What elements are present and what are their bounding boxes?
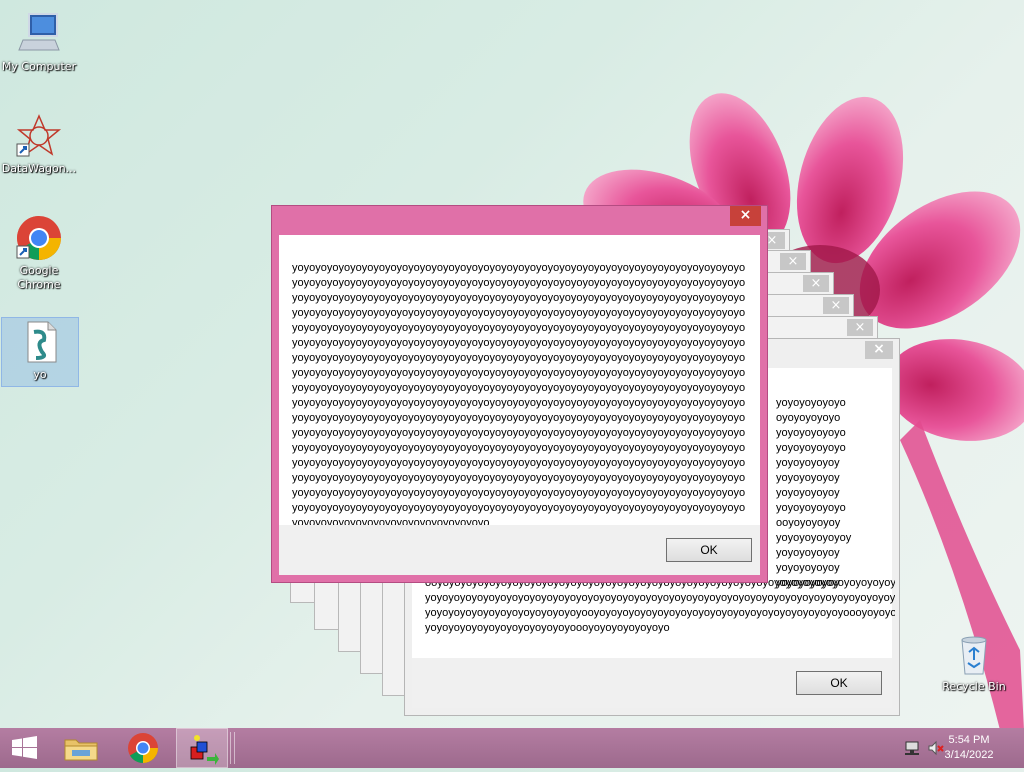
script-file-icon <box>16 318 64 366</box>
message-line: yoyoyoyoyoy <box>776 472 840 484</box>
network-icon[interactable] <box>904 740 920 756</box>
taskbar: 5:54 PM 3/14/2022 <box>0 728 1024 768</box>
message-line: yoyoyoyoyoy <box>776 562 840 574</box>
desktop-icon-yo[interactable]: yo <box>1 317 79 387</box>
datawagon-icon <box>15 112 63 160</box>
message-line: yoyoyoyoyoyoyoyoyoyoyoyoyoyooyoyoyoyoyoy… <box>425 607 895 619</box>
file-explorer-button[interactable] <box>56 728 106 768</box>
desktop-icon-label: yo <box>33 368 47 381</box>
taskbar-divider <box>230 732 235 764</box>
close-icon[interactable]: × <box>803 275 829 292</box>
close-icon[interactable]: × <box>823 297 849 314</box>
message-dialog: × yoyoyoyoyoyoyoyoyoyoyoyoyoyoyoyoyoyoyo… <box>271 205 768 583</box>
dialog-footer: OK <box>412 658 892 708</box>
message-line: yoyoyoyoyoyoyoyoyoyoyoyoyoooyoyoyoyoyoyo… <box>425 622 670 634</box>
dialog-message-bottom: ooyoyoyoyoyoyoyoyoyoyoyoyoyoyoyoyoyoyoyo… <box>425 576 895 636</box>
message-line: yoyoyoyoyoyo <box>776 397 846 409</box>
computer-icon <box>15 10 63 58</box>
desktop-icon-recycle-bin[interactable]: Recycle Bin <box>936 630 1012 694</box>
message-line: ooyoyoyoyoy <box>776 517 841 529</box>
clock-time: 5:54 PM <box>948 734 990 746</box>
desktop-icon-label: DataWagon... <box>1 162 77 175</box>
start-button[interactable] <box>0 728 50 768</box>
desktop-icon-label: My Computer <box>1 60 77 73</box>
message-line: yoyoyoyoyoy <box>776 547 840 559</box>
dialog-titlebar[interactable] <box>272 206 767 235</box>
dialog-footer: OK <box>279 525 760 575</box>
ok-button[interactable]: OK <box>666 538 752 562</box>
desktop-icon-label: Recycle Bin <box>942 680 1006 693</box>
chrome-taskbar-button[interactable] <box>118 728 168 768</box>
desktop-icon-label: Google Chrome <box>17 264 61 291</box>
message-line: yoyoyoyoyoyoy <box>776 532 852 544</box>
script-host-icon <box>190 735 219 765</box>
message-line: yoyoyoyoyoyo <box>776 502 846 514</box>
clock-date: 3/14/2022 <box>944 749 994 761</box>
message-line: yoyoyoyoyoyoyoyoyoyoyoyoyoyoyoyoyoyoyoyo… <box>425 592 895 604</box>
clock[interactable]: 5:54 PM 3/14/2022 <box>934 733 1004 763</box>
close-button[interactable]: × <box>865 341 893 359</box>
close-icon[interactable]: × <box>780 253 806 270</box>
message-line: yoyoyoyoyoy <box>776 487 840 499</box>
desktop-icon-my-computer[interactable]: My Computer <box>1 10 77 74</box>
script-host-button[interactable] <box>176 728 228 768</box>
close-icon[interactable]: × <box>847 319 873 336</box>
message-line: yoyoyoyoyoyo <box>776 427 846 439</box>
message-line: oyoyoyoyoyo <box>776 412 841 424</box>
dialog-message: yoyoyoyoyoyoyoyoyoyoyoyoyoyoyoyoyoyoyoyo… <box>292 262 746 529</box>
windows-logo-icon <box>12 736 37 759</box>
message-line: yoyoyoyoyoyo <box>776 442 846 454</box>
chrome-icon <box>128 733 158 764</box>
system-tray: 5:54 PM 3/14/2022 <box>884 728 1024 768</box>
recycle-bin-icon <box>950 630 998 678</box>
desktop: My Computer DataWagon... Google Chrome y… <box>0 0 1024 728</box>
message-line: yoyoyoyoyoy <box>776 457 840 469</box>
desktop-icon-datawagon[interactable]: DataWagon... <box>1 112 77 176</box>
desktop-icon-google-chrome[interactable]: Google Chrome <box>1 214 77 292</box>
folder-icon <box>64 739 98 761</box>
chrome-icon <box>15 214 63 262</box>
dialog-message-lines: yoyoyoyoyoyo oyoyoyoyoyo yoyoyoyoyoyo yo… <box>776 396 851 591</box>
close-button[interactable]: × <box>730 206 761 226</box>
ok-button[interactable]: OK <box>796 671 882 695</box>
